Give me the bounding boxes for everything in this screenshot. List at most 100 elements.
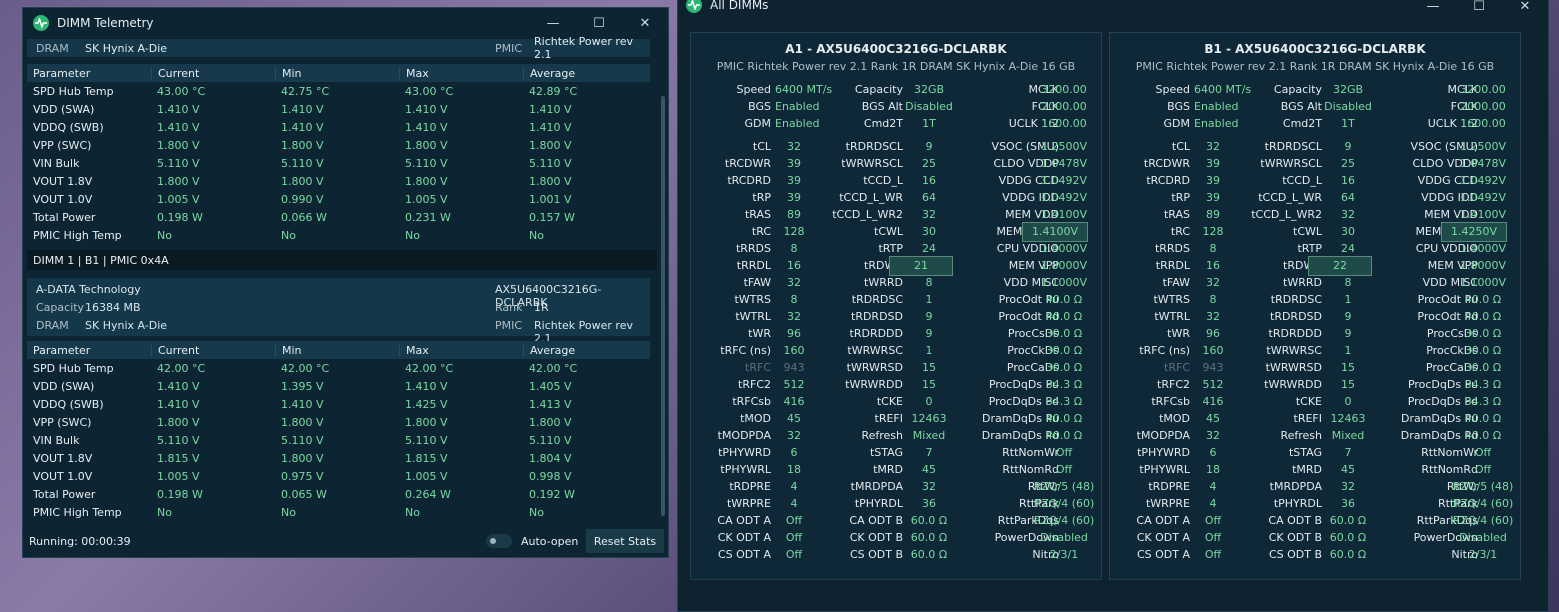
table-row: VPP (SWC) 1.800 V 1.800 V 1.800 V 1.800 V bbox=[27, 136, 650, 154]
timing-value: 64 bbox=[922, 191, 936, 204]
minimize-button[interactable]: — bbox=[1410, 0, 1456, 21]
stat-value: 1.410 V bbox=[529, 120, 572, 134]
all-dimms-window: All DIMMs — ☐ ✕ A1 - AX5U6400C3216G-DCLA… bbox=[677, 0, 1549, 612]
timing-value: 45 bbox=[1341, 463, 1355, 476]
timing-value: Enabled bbox=[1194, 100, 1239, 113]
timing-row: CS ODT A Off CS ODT B 60.0 Ω Nitro 2/3/1 bbox=[1110, 548, 1520, 565]
close-button[interactable]: ✕ bbox=[1502, 0, 1548, 21]
column-header[interactable]: Parameter bbox=[27, 67, 151, 80]
stat-value: 42.00 °C bbox=[529, 361, 578, 375]
timing-value: 64 bbox=[1341, 191, 1355, 204]
timing-value: Enabled bbox=[775, 117, 820, 130]
timing-label: tPHYWRL bbox=[720, 463, 771, 476]
timing-row: tCL 32 tRDRDSCL 9 VSOC (SMU) 1.2500V bbox=[1110, 140, 1520, 157]
timing-label: Cmd2T bbox=[1282, 117, 1322, 130]
stat-value: 0.231 W bbox=[405, 210, 451, 224]
column-header[interactable]: Max bbox=[399, 66, 523, 80]
table-row: VOUT 1.0V 1.005 V 0.990 V 1.005 V 1.001 V bbox=[27, 190, 650, 208]
column-header[interactable]: Current bbox=[151, 66, 275, 80]
timing-value: 32GB bbox=[913, 83, 945, 96]
timing-row: CK ODT A Off CK ODT B 60.0 Ω PowerDown Disabl… bbox=[691, 531, 1101, 548]
timing-label: tMOD bbox=[740, 412, 771, 425]
timing-value: 8 bbox=[1209, 242, 1217, 255]
timing-row: tRFC (ns) 160 tWRWRSC 1 ProcCkDs 30.0 Ω bbox=[691, 344, 1101, 361]
timing-value: 1.0492V bbox=[1459, 191, 1506, 204]
pmic-label: PMIC bbox=[495, 319, 523, 332]
timing-label: tRRDS bbox=[1154, 242, 1190, 255]
timing-label: tRC bbox=[1170, 225, 1190, 238]
table-row: Total Power 0.198 W 0.065 W 0.264 W 0.192 W bbox=[27, 485, 650, 503]
stat-value: 5.110 V bbox=[281, 156, 324, 170]
stat-value: No bbox=[529, 228, 544, 242]
timing-label: GDM bbox=[744, 117, 772, 130]
timing-row: tMOD 45 tREFI 12463 DramDqDs Pu 40.0 Ω bbox=[1110, 412, 1520, 429]
timing-value: 2000.00 bbox=[1041, 100, 1087, 113]
stat-value: No bbox=[281, 228, 296, 242]
timing-value: 60.0 Ω bbox=[1329, 548, 1367, 561]
column-header[interactable]: Min bbox=[275, 66, 399, 80]
timing-label: tPHYRDL bbox=[854, 497, 903, 510]
close-button[interactable]: ✕ bbox=[622, 8, 668, 38]
vertical-scrollbar[interactable] bbox=[661, 96, 665, 516]
timing-value: 16 bbox=[1206, 259, 1220, 272]
stat-value: 1.800 V bbox=[529, 138, 572, 152]
timing-value: 36 bbox=[1341, 497, 1355, 510]
timing-label: tCWL bbox=[874, 225, 903, 238]
timing-label: tRDRDSCL bbox=[845, 140, 903, 153]
column-header[interactable]: Parameter bbox=[27, 344, 151, 357]
column-header[interactable]: Current bbox=[151, 343, 275, 357]
timing-value: 3200.00 bbox=[1041, 83, 1087, 96]
column-header[interactable]: Average bbox=[523, 66, 645, 80]
timing-label: tFAW bbox=[1162, 276, 1190, 289]
table-row: VPP (SWC) 1.800 V 1.800 V 1.800 V 1.800 V bbox=[27, 413, 650, 431]
timing-row: CS ODT A Off CS ODT B 60.0 Ω Nitro 2/3/1 bbox=[691, 548, 1101, 565]
timing-value: 1.2500V bbox=[1040, 140, 1087, 153]
timing-value: Disabled bbox=[905, 100, 953, 113]
title-bar[interactable]: All DIMMs — ☐ ✕ bbox=[678, 0, 1548, 19]
timing-row: BGS Enabled BGS Alt Disabled FCLK 2000.00 bbox=[1110, 100, 1520, 117]
timing-value: 9 bbox=[1344, 327, 1352, 340]
column-header[interactable]: Average bbox=[523, 343, 645, 357]
column-header[interactable]: Max bbox=[399, 343, 523, 357]
timing-label: tRCDWR bbox=[1143, 157, 1190, 170]
table-row: VIN Bulk 5.110 V 5.110 V 5.110 V 5.110 V bbox=[27, 154, 650, 172]
timing-label: tWRPRE bbox=[1145, 497, 1190, 510]
timing-value: 32 bbox=[1341, 480, 1355, 493]
timing-label: tCCD_L_WR bbox=[839, 191, 903, 204]
reset-stats-button[interactable]: Reset Stats bbox=[586, 529, 664, 553]
stat-value: 42.00 °C bbox=[405, 361, 454, 375]
timing-value: 1.1000V bbox=[1040, 276, 1087, 289]
timing-label: Capacity bbox=[1273, 83, 1322, 96]
stat-value: 1.410 V bbox=[281, 120, 324, 134]
parameter-name: VDDQ (SWB) bbox=[33, 397, 104, 411]
timing-label: tWR bbox=[1167, 327, 1190, 340]
stat-value: 43.00 °C bbox=[405, 84, 454, 98]
timing-label: BGS Alt bbox=[861, 100, 903, 113]
maximize-button[interactable]: ☐ bbox=[1456, 0, 1502, 21]
timing-label: tWRWRSCL bbox=[1260, 157, 1322, 170]
timing-value: 96 bbox=[1206, 327, 1220, 340]
timing-label: tRDRDSC bbox=[851, 293, 903, 306]
stat-value: No bbox=[529, 505, 544, 519]
stat-value: 1.005 V bbox=[405, 469, 448, 483]
minimize-button[interactable]: — bbox=[530, 8, 576, 38]
timing-label: BGS bbox=[748, 100, 771, 113]
timing-value: 32 bbox=[1206, 276, 1220, 289]
timing-value: Off bbox=[1204, 548, 1222, 561]
timing-row: tRFCsb 416 tCKE 0 ProcDqDs Pd 34.3 Ω bbox=[691, 395, 1101, 412]
capacity-value: 16384 MB bbox=[85, 301, 141, 314]
maximize-button[interactable]: ☐ bbox=[576, 8, 622, 38]
timing-value: Off bbox=[1204, 514, 1222, 527]
timing-row: tRCDRD 39 tCCD_L 16 VDDG CCD 1.0492V bbox=[1110, 174, 1520, 191]
stat-value: 0.998 V bbox=[529, 469, 572, 483]
timing-row: tPHYWRD 6 tSTAG 7 RttNomWr Off bbox=[1110, 446, 1520, 463]
column-header[interactable]: Min bbox=[275, 343, 399, 357]
timing-label: tCCD_L bbox=[863, 174, 903, 187]
timing-value: 89 bbox=[787, 208, 801, 221]
title-bar[interactable]: DIMM Telemetry — ☐ ✕ bbox=[23, 8, 668, 38]
timing-value: Enabled bbox=[1194, 117, 1239, 130]
auto-open-toggle[interactable] bbox=[486, 534, 512, 548]
panel-subtitle: PMIC Richtek Power rev 2.1 Rank 1R DRAM … bbox=[1135, 60, 1495, 73]
window-title: DIMM Telemetry bbox=[57, 16, 154, 30]
timing-value: 60.0 Ω bbox=[910, 531, 948, 544]
